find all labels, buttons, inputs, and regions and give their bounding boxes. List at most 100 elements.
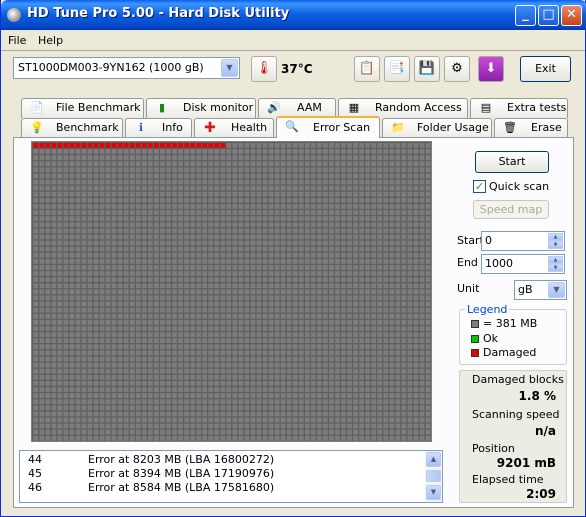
untested-block [202,234,208,240]
untested-block [425,191,431,197]
log-scrollbar[interactable]: ▲ ▼ [425,451,442,502]
damaged-block [93,142,99,148]
tab-erase[interactable]: 🗑 Erase [494,118,568,138]
untested-block [377,155,383,161]
untested-block [63,252,69,258]
download-icon[interactable]: ⬇ [478,56,504,82]
untested-block [178,191,183,197]
menu-file[interactable]: File [8,34,26,47]
untested-block [347,222,352,228]
untested-block [298,338,304,344]
untested-block [286,271,292,276]
untested-block [184,289,189,295]
untested-block [57,393,63,398]
tab-health[interactable]: ✚ Health [194,118,274,138]
untested-block [154,338,159,344]
untested-block [250,326,256,331]
copy-screenshot-icon[interactable]: 📑 [384,56,410,82]
untested-block [347,228,352,234]
maximize-button[interactable]: □ [538,5,559,26]
thermometer-icon[interactable]: 🌡 [251,56,277,82]
untested-block [166,417,171,423]
untested-block [69,411,75,417]
untested-block [129,405,135,411]
tab-error-scan[interactable]: 🔍 Error Scan [276,116,380,138]
untested-block [178,179,183,185]
options-icon[interactable]: ⚙ [444,56,470,82]
untested-block [353,301,358,307]
spin-down-icon[interactable]: ▼ [548,264,563,272]
untested-block [117,155,123,161]
untested-block [371,210,377,215]
untested-block [99,204,105,209]
minimize-button[interactable]: _ [515,5,536,26]
spin-up-icon[interactable]: ▲ [548,233,563,241]
chevron-down-icon[interactable]: ▼ [548,282,565,298]
untested-block [389,326,395,331]
drive-select[interactable]: ST1000DM003-9YN162 (1000 gB) ▼ [13,57,240,79]
untested-block [141,295,147,301]
tab-aam[interactable]: 🔊 AAM [258,98,336,118]
untested-block [51,265,57,270]
speed-map-button[interactable]: Speed map [473,200,549,219]
untested-block [57,411,63,417]
untested-block [401,435,407,441]
untested-block [256,258,262,264]
untested-block [208,197,214,203]
exit-button[interactable]: Exit [520,56,571,82]
tab-folder-usage[interactable]: 📁 Folder Usage [382,118,492,138]
tab-info[interactable]: ℹ Info [125,118,192,138]
untested-block [99,167,105,173]
untested-block [262,197,268,203]
untested-block [286,307,292,313]
tab-benchmark[interactable]: 💡 Benchmark [21,118,123,138]
untested-block [172,319,177,325]
start-field[interactable]: 0 ▲ ▼ [481,231,565,251]
start-scan-button[interactable]: Start [475,151,549,173]
scroll-up-icon[interactable]: ▲ [426,452,441,467]
untested-block [111,149,117,154]
close-button[interactable]: ✕ [561,5,582,26]
untested-block [196,319,202,325]
untested-block [256,277,262,283]
tab-file-benchmark[interactable]: 📄 File Benchmark [21,98,144,118]
error-log-list[interactable]: 44 Error at 8203 MB (LBA 16800272) 45 Er… [19,450,443,503]
scroll-down-icon[interactable]: ▼ [426,485,441,500]
start-spinner[interactable]: ▲ ▼ [548,233,563,249]
scroll-thumb[interactable] [426,470,441,482]
untested-block [304,344,310,350]
quick-scan-checkbox[interactable]: ✓ [473,180,486,193]
untested-block [172,429,177,435]
untested-block [280,405,286,411]
untested-block [57,246,63,252]
untested-block [87,374,93,380]
untested-block [335,368,340,374]
spin-down-icon[interactable]: ▼ [548,241,563,249]
untested-block [286,252,292,258]
untested-block [190,234,195,240]
menu-help[interactable]: Help [38,34,63,47]
untested-block [69,258,75,264]
title-bar[interactable]: HD Tune Pro 5.00 - Hard Disk Utility _ □… [1,0,586,30]
untested-block [178,197,183,203]
tab-extra-tests[interactable]: ▤ Extra tests [470,98,568,118]
chevron-down-icon[interactable]: ▼ [221,59,238,77]
untested-block [75,197,81,203]
untested-block [347,393,352,398]
unit-select[interactable]: gB ▼ [514,280,567,300]
end-spinner[interactable]: ▲ ▼ [548,256,563,272]
tab-random-access[interactable]: ▦ Random Access [338,98,468,118]
untested-block [63,301,69,307]
untested-block [93,252,99,258]
untested-block [262,417,268,423]
untested-block [154,326,159,331]
spin-up-icon[interactable]: ▲ [548,256,563,264]
save-icon[interactable]: 💾 [414,56,440,82]
untested-block [359,393,364,398]
damaged-block [111,142,117,148]
untested-block [45,405,51,411]
untested-block [154,179,159,185]
tab-disk-monitor[interactable]: ▮ Disk monitor [146,98,256,118]
end-field[interactable]: 1000 ▲ ▼ [481,254,565,274]
copy-info-icon[interactable]: 📋 [354,56,380,82]
